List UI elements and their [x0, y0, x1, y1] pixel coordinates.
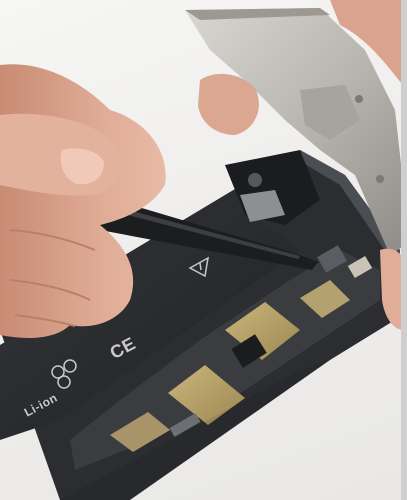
image-border — [401, 0, 407, 500]
battery-triangle-mark — [199, 262, 202, 271]
repair-photo: CE Li-ion — [0, 0, 407, 500]
camera-lens — [248, 173, 262, 187]
photo-illustration — [0, 0, 407, 500]
